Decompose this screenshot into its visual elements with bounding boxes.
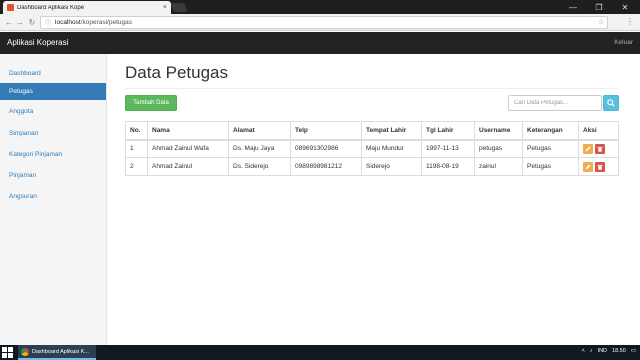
trash-icon xyxy=(597,146,603,152)
page-title: Data Petugas xyxy=(125,63,229,82)
sidebar-item-pinjaman[interactable]: Pinjaman xyxy=(0,167,106,184)
browser-tab[interactable]: Dashboard Aplikasi Kope × xyxy=(3,1,171,14)
header-alamat: Alamat xyxy=(228,121,291,141)
search-button[interactable] xyxy=(603,95,619,111)
sidebar-item-anggota[interactable]: Anggota xyxy=(0,103,106,120)
favicon-icon xyxy=(7,4,14,11)
sidebar-item-dashboard[interactable]: Dashboard xyxy=(0,65,106,82)
edit-button[interactable] xyxy=(583,161,593,172)
sidebar-item-kategori-pinjaman[interactable]: Kategori Pinjaman xyxy=(0,146,106,163)
logout-link[interactable]: Keluar xyxy=(614,39,633,46)
header-tempat-lahir: Tempat Lahir xyxy=(361,121,422,141)
cell-username: zainul xyxy=(474,157,523,176)
reload-icon[interactable]: ↻ xyxy=(26,16,38,28)
delete-button[interactable] xyxy=(595,161,605,172)
header-username: Username xyxy=(474,121,523,141)
page-info-icon[interactable]: ⓘ xyxy=(45,18,51,27)
cell-telp: 0989898981212 xyxy=(290,157,362,176)
header-no: No. xyxy=(125,121,148,141)
taskbar-app-label: Dashboard Aplikasi K... xyxy=(32,348,89,355)
search-input[interactable] xyxy=(508,95,602,111)
language-indicator[interactable]: IND xyxy=(598,348,607,354)
trash-icon xyxy=(597,164,603,170)
sidebar-item-petugas[interactable]: Petugas xyxy=(0,83,106,100)
minimize-button[interactable]: — xyxy=(560,0,586,14)
table-row: 1 Ahmad Zainul Wafa Ds. Maju Jaya 089691… xyxy=(125,139,619,158)
clock[interactable]: 18.50 xyxy=(612,348,626,354)
header-nama: Nama xyxy=(147,121,229,141)
title-divider xyxy=(125,88,618,89)
cell-no: 2 xyxy=(125,157,148,176)
cell-tempat-lahir: Siderejo xyxy=(361,157,422,176)
forward-arrow-icon[interactable]: → xyxy=(14,16,26,28)
edit-button[interactable] xyxy=(583,143,593,154)
header-keterangan: Keterangan xyxy=(522,121,579,141)
table-row: 2 Ahmad Zainul Ds. Siderejo 098989898121… xyxy=(125,157,619,176)
cell-keterangan: Petugas xyxy=(522,139,579,158)
cell-aksi xyxy=(578,157,619,176)
cell-tempat-lahir: Maju Mundur xyxy=(361,139,422,158)
volume-icon[interactable]: ♪ xyxy=(590,348,593,354)
pencil-icon xyxy=(585,164,591,169)
header-aksi: Aksi xyxy=(578,121,619,141)
petugas-table: No. Nama Alamat Telp Tempat Lahir Tgl La… xyxy=(125,121,619,176)
header-telp: Telp xyxy=(290,121,362,141)
sidebar: Dashboard Petugas Anggota Simpanan Kateg… xyxy=(0,54,107,345)
windows-start-icon[interactable] xyxy=(2,347,14,358)
app-navbar: Aplikasi Koperasi Keluar xyxy=(0,32,640,54)
taskbar-chrome-app[interactable]: Dashboard Aplikasi K... xyxy=(18,345,96,360)
search-icon xyxy=(607,99,615,107)
header-tgl-lahir: Tgl Lahir xyxy=(421,121,475,141)
close-window-button[interactable]: ✕ xyxy=(612,0,638,14)
os-taskbar: Dashboard Aplikasi K... ˄ ♪ IND 18.50 ▭ xyxy=(0,345,640,360)
table-header-row: No. Nama Alamat Telp Tempat Lahir Tgl La… xyxy=(125,121,619,141)
new-tab-button[interactable] xyxy=(170,3,188,12)
cell-nama: Ahmad Zainul Wafa xyxy=(147,139,229,158)
url-host: localhost xyxy=(55,19,81,26)
tray-up-icon[interactable]: ˄ xyxy=(582,348,585,354)
cell-tgl-lahir: 1198-08-19 xyxy=(421,157,475,176)
tab-title: Dashboard Aplikasi Kope xyxy=(17,4,85,11)
delete-button[interactable] xyxy=(595,143,605,154)
cell-aksi xyxy=(578,139,619,158)
system-tray: ˄ ♪ IND 18.50 ▭ xyxy=(582,348,636,354)
tab-close-icon[interactable]: × xyxy=(163,4,167,11)
cell-alamat: Ds. Siderejo xyxy=(228,157,291,176)
cell-no: 1 xyxy=(125,139,148,158)
add-data-button[interactable]: Tambah Data xyxy=(125,95,177,111)
bookmark-star-icon[interactable]: ☆ xyxy=(598,18,604,26)
notification-icon[interactable]: ▭ xyxy=(631,348,636,354)
url-path: /koperasi/petugas xyxy=(80,19,132,26)
cell-keterangan: Petugas xyxy=(522,157,579,176)
app-brand[interactable]: Aplikasi Koperasi xyxy=(7,38,68,47)
cell-nama: Ahmad Zainul xyxy=(147,157,229,176)
chrome-icon xyxy=(21,347,29,356)
sidebar-item-angsuran[interactable]: Angsuran xyxy=(0,188,106,205)
cell-alamat: Ds. Maju Jaya xyxy=(228,139,291,158)
pencil-icon xyxy=(585,146,591,152)
cell-telp: 089691302986 xyxy=(290,139,362,158)
maximize-button[interactable]: ❐ xyxy=(586,0,612,14)
address-bar[interactable]: ⓘ localhost /koperasi/petugas xyxy=(40,16,608,29)
sidebar-item-simpanan[interactable]: Simpanan xyxy=(0,125,106,142)
cell-username: petugas xyxy=(474,139,523,158)
browser-tabstrip: Dashboard Aplikasi Kope × — ❐ ✕ xyxy=(0,0,640,14)
browser-toolbar: ← → ↻ ⓘ localhost /koperasi/petugas ☆ ⋮ xyxy=(0,14,640,31)
browser-menu-icon[interactable]: ⋮ xyxy=(626,17,634,26)
cell-tgl-lahir: 1997-11-13 xyxy=(421,139,475,158)
